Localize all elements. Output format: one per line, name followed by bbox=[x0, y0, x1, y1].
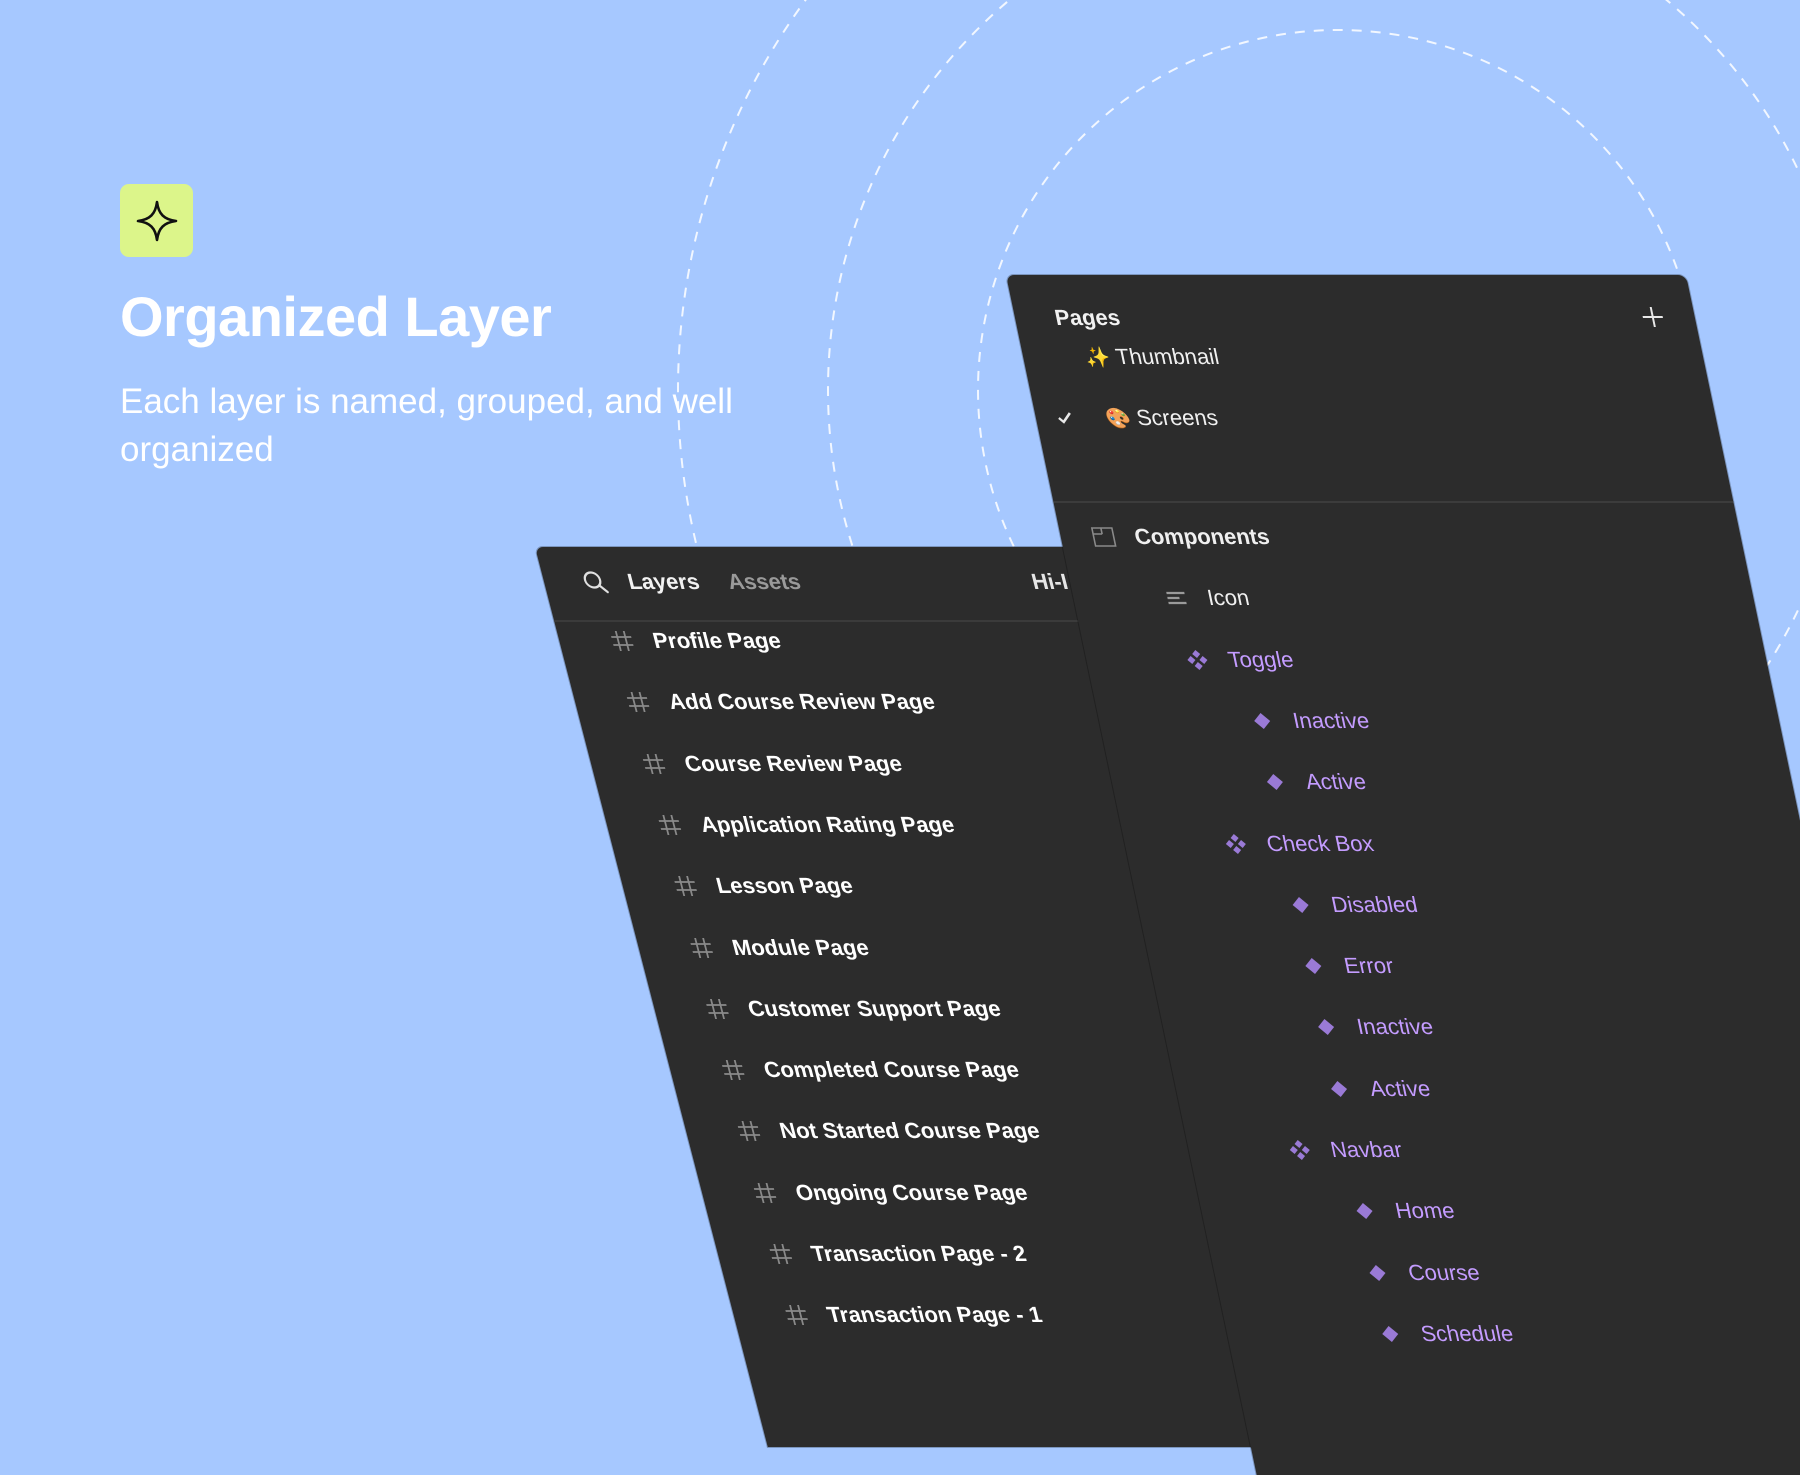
page-label: Thumbnail bbox=[1113, 344, 1222, 369]
component-variant-row[interactable]: Active bbox=[1258, 762, 1370, 802]
layer-label: Profile Page bbox=[649, 628, 784, 653]
page-label: Screens bbox=[1134, 405, 1221, 430]
hero-title: Organized Layer bbox=[120, 285, 552, 348]
frame-hash-icon bbox=[753, 1182, 777, 1203]
layer-row[interactable]: Transaction Page - 2 bbox=[713, 1234, 1031, 1274]
layer-label: Transaction Page - 1 bbox=[824, 1302, 1045, 1328]
component-variant-row[interactable]: Inactive bbox=[1309, 1007, 1437, 1047]
layer-label: Application Rating Page bbox=[697, 811, 958, 837]
search-icon[interactable] bbox=[579, 569, 612, 595]
layer-label: Lesson Page bbox=[713, 873, 856, 899]
layer-row[interactable]: Module Page bbox=[633, 928, 873, 968]
component-label: Navbar bbox=[1328, 1137, 1405, 1162]
layer-row[interactable]: Completed Course Page bbox=[665, 1050, 1024, 1090]
component-variant-icon bbox=[1246, 708, 1277, 734]
layer-row[interactable]: Ongoing Course Page bbox=[697, 1173, 1032, 1213]
layer-label: Transaction Page - 2 bbox=[808, 1241, 1029, 1266]
component-set-icon bbox=[1220, 831, 1251, 857]
component-variant-icon bbox=[1259, 769, 1290, 795]
component-label: Home bbox=[1392, 1198, 1457, 1224]
frame-hash-icon bbox=[737, 1121, 761, 1142]
layer-label: Not Started Course Page bbox=[776, 1118, 1043, 1144]
page-item[interactable]: ✨ Thumbnail bbox=[1081, 337, 1223, 377]
component-label: Toggle bbox=[1225, 646, 1296, 672]
component-label: Active bbox=[1367, 1075, 1433, 1101]
component-variant-icon bbox=[1310, 1014, 1341, 1040]
component-label: Inactive bbox=[1290, 707, 1372, 733]
component-label: Course bbox=[1405, 1259, 1482, 1285]
check-icon bbox=[1058, 412, 1071, 424]
add-page-icon[interactable] bbox=[1638, 305, 1667, 329]
component-set-row[interactable]: Navbar bbox=[1283, 1130, 1406, 1170]
component-label: Schedule bbox=[1418, 1320, 1516, 1346]
frame-hash-icon bbox=[611, 631, 634, 651]
frame-hash-icon bbox=[690, 937, 713, 958]
current-page-name[interactable]: Hi-I bbox=[1029, 569, 1071, 595]
layer-row[interactable]: Add Course Review Page bbox=[570, 682, 940, 722]
frame-hash-icon bbox=[642, 753, 666, 774]
component-set-row[interactable]: Toggle bbox=[1180, 640, 1297, 680]
component-variant-row[interactable]: Disabled bbox=[1283, 885, 1421, 925]
pages-title: Pages bbox=[1052, 305, 1123, 330]
layer-row[interactable]: Not Started Course Page bbox=[681, 1111, 1045, 1151]
hero-subtitle: Each layer is named, grouped, and well o… bbox=[120, 382, 733, 469]
component-variant-icon bbox=[1298, 953, 1329, 979]
tab-layers[interactable]: Layers bbox=[625, 569, 703, 595]
layer-label: Module Page bbox=[729, 934, 872, 960]
frame-hash-icon bbox=[722, 1060, 745, 1081]
component-label: Error bbox=[1341, 953, 1396, 979]
component-frame-row[interactable]: Icon bbox=[1159, 578, 1253, 618]
layer-label: Completed Course Page bbox=[760, 1057, 1022, 1083]
frame-hash-icon bbox=[658, 814, 682, 835]
layer-row[interactable]: Transaction Page - 1 bbox=[729, 1295, 1047, 1335]
layer-row[interactable]: Application Rating Page bbox=[602, 805, 959, 845]
frame-hash-icon bbox=[769, 1244, 793, 1264]
auto-layout-icon bbox=[1161, 585, 1192, 611]
page-item[interactable]: 🎨 Screens bbox=[1102, 398, 1222, 438]
component-label: Active bbox=[1303, 769, 1369, 795]
section-frame-icon bbox=[1088, 524, 1119, 550]
components-root-label: Components bbox=[1132, 524, 1272, 549]
component-variant-icon bbox=[1349, 1198, 1380, 1224]
tab-assets[interactable]: Assets bbox=[725, 569, 804, 595]
layer-row[interactable]: Profile Page bbox=[554, 621, 786, 661]
component-variant-icon bbox=[1323, 1076, 1354, 1102]
component-variant-row[interactable]: Home bbox=[1347, 1191, 1458, 1231]
component-variant-row[interactable]: Inactive bbox=[1245, 701, 1373, 741]
sparkle-star-icon bbox=[136, 200, 177, 241]
component-set-icon bbox=[1284, 1137, 1315, 1163]
component-label: Inactive bbox=[1354, 1014, 1436, 1040]
component-variant-row[interactable]: Schedule bbox=[1373, 1314, 1517, 1354]
page-emoji-icon: ✨ bbox=[1082, 346, 1113, 369]
component-variant-row[interactable]: Active bbox=[1322, 1069, 1434, 1109]
layer-label: Add Course Review Page bbox=[665, 689, 938, 715]
frame-hash-icon bbox=[674, 876, 697, 897]
layer-row[interactable]: Customer Support Page bbox=[649, 989, 1005, 1029]
layer-label: Course Review Page bbox=[681, 750, 905, 776]
component-label: Check Box bbox=[1264, 830, 1376, 856]
layer-row[interactable]: Course Review Page bbox=[586, 744, 907, 784]
frame-hash-icon bbox=[706, 998, 729, 1019]
page-emoji-icon: 🎨 bbox=[1103, 407, 1134, 430]
layer-label: Customer Support Page bbox=[745, 995, 1004, 1021]
component-variant-icon bbox=[1374, 1321, 1405, 1347]
component-label: Icon bbox=[1204, 585, 1252, 611]
component-variant-row[interactable]: Error bbox=[1296, 946, 1397, 986]
pages-divider bbox=[1053, 501, 1734, 503]
layer-label: Ongoing Course Page bbox=[792, 1179, 1031, 1205]
component-label: Disabled bbox=[1328, 891, 1420, 917]
logo-badge bbox=[120, 184, 193, 257]
frame-hash-icon bbox=[785, 1305, 808, 1326]
components-root-row[interactable]: Components bbox=[1087, 517, 1274, 557]
component-set-row[interactable]: Check Box bbox=[1219, 824, 1378, 864]
component-variant-icon bbox=[1362, 1260, 1393, 1286]
frame-hash-icon bbox=[626, 692, 650, 713]
component-variant-icon bbox=[1285, 892, 1316, 918]
component-variant-row[interactable]: Course bbox=[1360, 1253, 1483, 1293]
layer-row[interactable]: Lesson Page bbox=[618, 866, 858, 906]
component-set-icon bbox=[1182, 647, 1213, 673]
